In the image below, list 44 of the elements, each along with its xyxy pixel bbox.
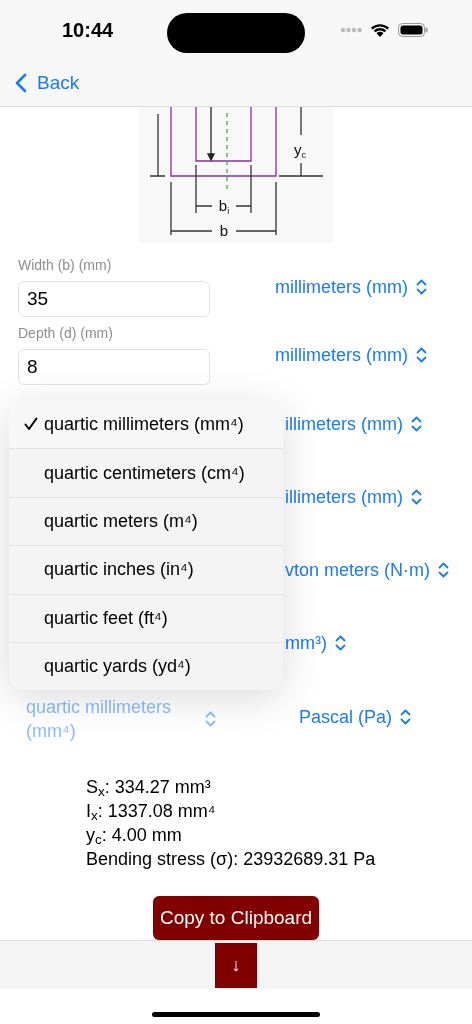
unit-picker[interactable]: Pascal (Pa) [299, 705, 412, 729]
field-label: Width (b) (mm) [18, 256, 113, 275]
centroid-dimension-line [278, 107, 324, 177]
checkmark-icon [24, 417, 38, 432]
scroll-down-button[interactable]: ↓ [215, 943, 257, 988]
unit-picker[interactable]: millimeters (mm) [275, 275, 427, 299]
chevron-updown-icon [400, 709, 412, 725]
chevron-updown-icon [416, 347, 427, 363]
dimension-label: b [219, 222, 229, 239]
back-button[interactable]: Back [15, 68, 80, 98]
unit-picker[interactable]: illimeters (mm) [285, 485, 422, 509]
chevron-updown-icon [416, 279, 427, 295]
chevron-left-icon [15, 73, 27, 93]
chevron-updown-icon [411, 489, 422, 505]
result-line: S$_{x}$: 334.27 mm³ [86, 776, 212, 799]
dimension-label: b$_{i}$ [218, 197, 230, 216]
status-time: 10:44 [62, 18, 114, 43]
chevron-updown-icon [438, 562, 449, 578]
menu-item[interactable]: quartic inches (in⁴) [9, 545, 283, 594]
battery-icon [398, 23, 428, 37]
menu-item[interactable]: quartic yards (yd⁴) [9, 641, 283, 691]
chevron-updown-icon [411, 416, 422, 432]
unit-picker[interactable]: millimeters (mm) [275, 343, 427, 367]
result-line: y$_{c}$: 4.00 mm [86, 824, 183, 847]
menu-item[interactable]: quartic millimeters (mm⁴) [9, 400, 283, 449]
chevron-updown-icon [205, 711, 216, 727]
unit-picker[interactable]: vton meters (N·m) [285, 558, 449, 582]
result-line: I$_{x}$: 1337.08 mm⁴ [86, 800, 217, 823]
menu-item[interactable]: quartic centimeters (cm⁴) [9, 448, 283, 497]
unit-picker[interactable]: illimeters (mm) [285, 412, 422, 436]
input-field[interactable]: 8 [18, 349, 210, 385]
wifi-icon [370, 22, 390, 38]
unit-picker[interactable]: mm³) [285, 631, 346, 655]
depth-dimension-line [149, 113, 166, 177]
result-line: Bending stress (σ): 23932689.31 Pa [86, 848, 377, 871]
menu-item[interactable]: quartic meters (m⁴) [9, 496, 283, 546]
signal-icon [340, 27, 362, 33]
menu-item[interactable]: quartic feet (ft⁴) [9, 593, 283, 642]
input-field[interactable]: 35 [18, 281, 210, 317]
field-label: Depth (d) (mm) [18, 324, 114, 343]
copy-button[interactable]: Copy to Clipboard [152, 896, 320, 940]
chevron-updown-icon [335, 635, 346, 651]
dimension-label: y$_{c}$ [294, 141, 306, 160]
inner-width-dimension-line [195, 164, 252, 214]
